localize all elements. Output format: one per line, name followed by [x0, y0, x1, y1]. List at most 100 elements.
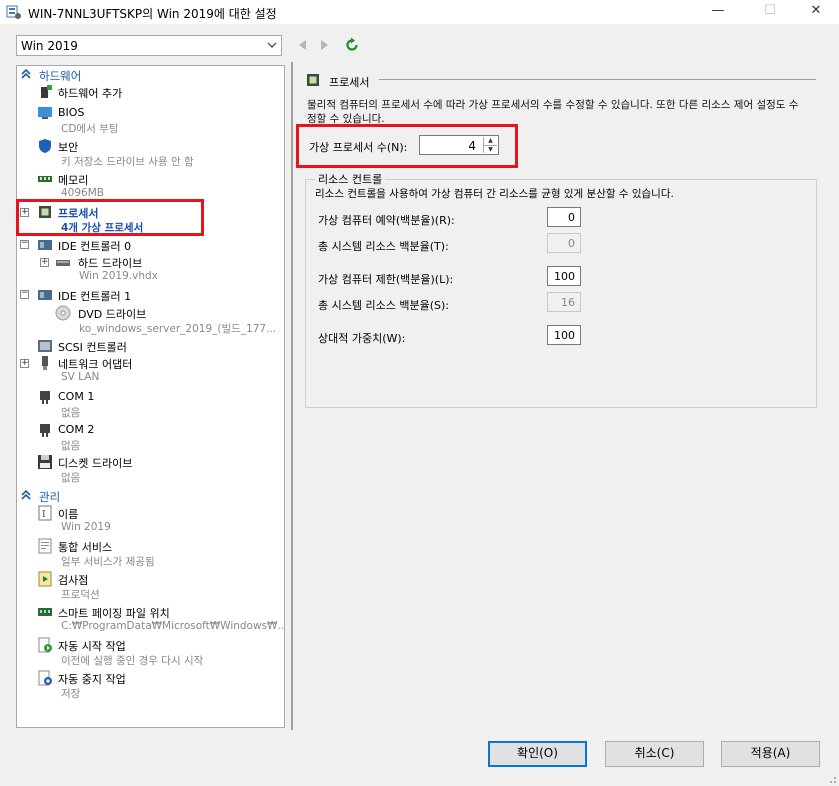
- window-title: WIN-7NNL3UFTSKP의 Win 2019에 대한 설정: [28, 7, 277, 21]
- dvd-disc-icon: [55, 305, 71, 321]
- svg-text:I: I: [42, 510, 46, 520]
- tree-item-sub: C:₩ProgramData₩Microsoft₩Windows₩...: [61, 620, 285, 632]
- highlight-processor-item: [16, 199, 204, 236]
- tree-item-ide-controller-0[interactable]: − IDE 컨트롤러 0: [17, 237, 284, 253]
- tree-item-checkpoints[interactable]: 검사점 프로덕션: [17, 571, 284, 603]
- tree-item-label: 검사점: [58, 574, 89, 587]
- panel-description: 물리적 컴퓨터의 프로세서 수에 따라 가상 프로세서의 수를 수정할 수 있습…: [307, 99, 799, 125]
- limit-input[interactable]: 100: [547, 266, 581, 286]
- tree-item-dvd-drive[interactable]: DVD 드라이브 ko_windows_server_2019_(빌드_177.…: [17, 305, 284, 337]
- settings-tree: 하드웨어 하드웨어 추가 BIOS CD에서 부팅 보안 키 저장소 드라이브 …: [16, 65, 285, 728]
- tree-item-sub: 이전에 실행 중인 경우 다시 시작: [61, 655, 204, 667]
- resource-control-title: 리소스 컨트롤: [315, 171, 386, 187]
- resize-grip-icon[interactable]: [827, 774, 837, 784]
- expand-icon[interactable]: +: [20, 359, 29, 368]
- tree-item-ide-controller-1[interactable]: − IDE 컨트롤러 1: [17, 287, 284, 303]
- ok-button[interactable]: 확인(O): [488, 741, 587, 767]
- header-divider: [379, 79, 816, 80]
- serial-port-icon: [40, 424, 50, 437]
- tree-item-label: COM 1: [58, 390, 95, 403]
- tree-item-sub: 저장: [61, 688, 81, 700]
- next-arrow-icon[interactable]: [316, 37, 332, 53]
- paging-file-icon: [38, 608, 52, 616]
- name-tag-icon: I: [38, 505, 52, 521]
- minimize-button[interactable]: —: [695, 0, 741, 24]
- tree-item-com1[interactable]: COM 1 없음: [17, 389, 284, 421]
- highlight-processor-count: [296, 124, 518, 168]
- tree-item-sub: 4096MB: [61, 187, 104, 199]
- processor-chip-icon: [307, 74, 319, 86]
- tree-item-network-adapter[interactable]: + 네트워크 어댑터 SV LAN: [17, 355, 284, 387]
- bios-icon: [38, 107, 52, 119]
- auto-start-icon: [38, 637, 52, 653]
- weight-input[interactable]: 100: [547, 325, 581, 345]
- panel-title: 프로세서: [329, 76, 370, 89]
- tree-item-auto-start[interactable]: 자동 시작 작업 이전에 실행 중인 경우 다시 시작: [17, 637, 284, 669]
- close-button[interactable]: ✕: [793, 0, 839, 24]
- title-bar: WIN-7NNL3UFTSKP의 Win 2019에 대한 설정 — ☐ ✕: [0, 0, 839, 24]
- hardware-section-label: 하드웨어: [39, 69, 82, 83]
- tree-item-sub: SV LAN: [61, 371, 100, 383]
- collapse-icon[interactable]: −: [20, 289, 29, 299]
- tree-item-label: IDE 컨트롤러 1: [58, 290, 132, 303]
- expand-icon[interactable]: +: [40, 258, 49, 267]
- tree-item-security[interactable]: 보안 키 저장소 드라이브 사용 안 함: [17, 138, 284, 170]
- tree-item-label: 이름: [58, 508, 79, 521]
- tree-item-auto-stop[interactable]: 자동 중지 작업 저장: [17, 670, 284, 702]
- tree-item-sub: 없음: [61, 407, 81, 419]
- reserve-label: 가상 컴퓨터 예약(백분율)(R):: [318, 214, 455, 227]
- management-section-header[interactable]: 관리: [17, 488, 284, 504]
- tree-item-sub: Win 2019.vhdx: [79, 270, 158, 282]
- tree-item-bios[interactable]: BIOS CD에서 부팅: [17, 105, 284, 137]
- tree-item-hard-drive[interactable]: + 하드 드라이브 Win 2019.vhdx: [17, 254, 284, 286]
- management-section-label: 관리: [39, 490, 61, 504]
- hardware-section-header[interactable]: 하드웨어: [17, 67, 284, 83]
- network-adapter-icon: [42, 356, 48, 370]
- collapse-icon[interactable]: −: [20, 239, 29, 249]
- reserve-input[interactable]: 0: [547, 207, 581, 227]
- tree-item-label: 디스켓 드라이브: [58, 457, 133, 470]
- tree-item-sub: CD에서 부팅: [61, 123, 119, 135]
- auto-stop-icon: [38, 670, 52, 686]
- tree-item-label: IDE 컨트롤러 0: [58, 240, 132, 253]
- weight-label: 상대적 가중치(W):: [318, 332, 406, 345]
- tree-item-label: 하드 드라이브: [78, 257, 143, 270]
- ide-controller-icon: [38, 240, 52, 250]
- tree-item-label: 통합 서비스: [58, 541, 113, 554]
- tree-item-label: 자동 시작 작업: [58, 640, 126, 653]
- tree-item-smart-paging[interactable]: 스마트 페이징 파일 위치 C:₩ProgramData₩Microsoft₩W…: [17, 604, 284, 636]
- tree-item-sub: 프로덕션: [61, 589, 100, 601]
- tree-item-label: COM 2: [58, 423, 95, 436]
- previous-arrow-icon[interactable]: [295, 37, 311, 53]
- tree-item-sub: 없음: [61, 440, 81, 452]
- tree-item-label: BIOS: [58, 106, 85, 119]
- apply-button[interactable]: 적용(A): [721, 741, 820, 767]
- vm-selector-value: Win 2019: [21, 39, 78, 53]
- refresh-icon[interactable]: [344, 37, 360, 53]
- serial-port-icon: [40, 391, 50, 404]
- vm-selector-dropdown[interactable]: Win 2019: [16, 35, 282, 56]
- reserve-total-label: 총 시스템 리소스 백분율(T):: [318, 240, 449, 253]
- resource-control-description: 리소스 컨트롤을 사용하여 가상 컴퓨터 간 리소스를 균형 있게 분산할 수 …: [315, 188, 674, 200]
- limit-label: 가상 컴퓨터 제한(백분율)(L):: [318, 273, 454, 286]
- cancel-button[interactable]: 취소(C): [605, 741, 704, 767]
- add-hardware-icon: [41, 85, 52, 98]
- tree-item-sub: Win 2019: [61, 521, 111, 533]
- tree-item-com2[interactable]: COM 2 없음: [17, 422, 284, 454]
- tree-item-name[interactable]: I 이름 Win 2019: [17, 505, 284, 537]
- ide-controller-icon: [38, 290, 52, 300]
- limit-total-label: 총 시스템 리소스 백분율(S):: [318, 299, 449, 312]
- maximize-button[interactable]: ☐: [747, 0, 793, 24]
- collapse-chevron-icon: [21, 68, 31, 79]
- tree-item-label: 메모리: [58, 174, 89, 187]
- tree-item-sub: 일부 서비스가 제공됨: [61, 556, 155, 568]
- tree-item-sub: 없음: [61, 472, 81, 484]
- shield-icon: [39, 139, 51, 153]
- chevron-down-icon: [267, 42, 277, 48]
- checkpoint-icon: [38, 571, 52, 587]
- tree-item-label: DVD 드라이브: [78, 308, 147, 321]
- tree-item-diskette-drive[interactable]: 디스켓 드라이브 없음: [17, 454, 284, 486]
- tree-item-integration-services[interactable]: 통합 서비스 일부 서비스가 제공됨: [17, 538, 284, 570]
- tree-item-scsi-controller[interactable]: SCSI 컨트롤러: [17, 338, 284, 354]
- tree-item-add-hardware[interactable]: 하드웨어 추가: [17, 84, 284, 100]
